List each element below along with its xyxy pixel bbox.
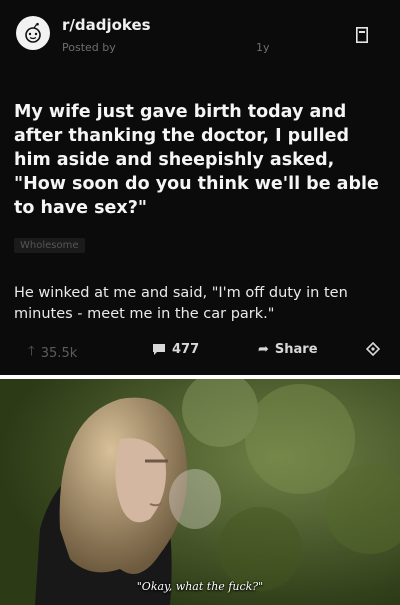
share-arrow-icon: ➦	[258, 342, 269, 357]
subreddit-name[interactable]: r/dadjokes	[62, 16, 151, 34]
comments-button[interactable]: 477	[152, 342, 199, 357]
post-action-bar: 🡑 35.5k 477 ➦ Share	[0, 330, 400, 370]
post-flair[interactable]: Wholesome	[14, 238, 85, 253]
reddit-post-card: r/dadjokes Posted by 1y My wife just gav…	[0, 0, 400, 375]
reddit-snoo-icon	[25, 22, 41, 43]
award-icon	[366, 342, 380, 356]
share-label: Share	[274, 342, 318, 357]
reaction-scene	[0, 379, 400, 605]
comment-bubble-icon	[153, 344, 165, 355]
post-body: He winked at me and said, "I'm off duty …	[14, 285, 348, 322]
subreddit-avatar[interactable]	[16, 16, 50, 50]
award-button[interactable]	[366, 342, 380, 356]
upvote-arrow-icon: 🡑	[28, 344, 35, 359]
bookmark-icon[interactable]	[356, 27, 368, 43]
upvote-button[interactable]: 🡑 35.5k	[28, 342, 77, 364]
posted-by-label: Posted by	[62, 41, 116, 54]
share-button[interactable]: ➦ Share	[258, 342, 318, 357]
post-header: r/dadjokes Posted by 1y	[10, 10, 390, 60]
comment-count: 477	[172, 342, 200, 357]
post-title[interactable]: My wife just gave birth today and after …	[14, 100, 384, 220]
subtitle-caption: "Okay, what the fuck?"	[136, 580, 264, 593]
upvote-count: 35.5k	[40, 345, 78, 361]
post-age: 1y	[256, 41, 270, 54]
reaction-image: "Okay, what the fuck?"	[0, 379, 400, 605]
